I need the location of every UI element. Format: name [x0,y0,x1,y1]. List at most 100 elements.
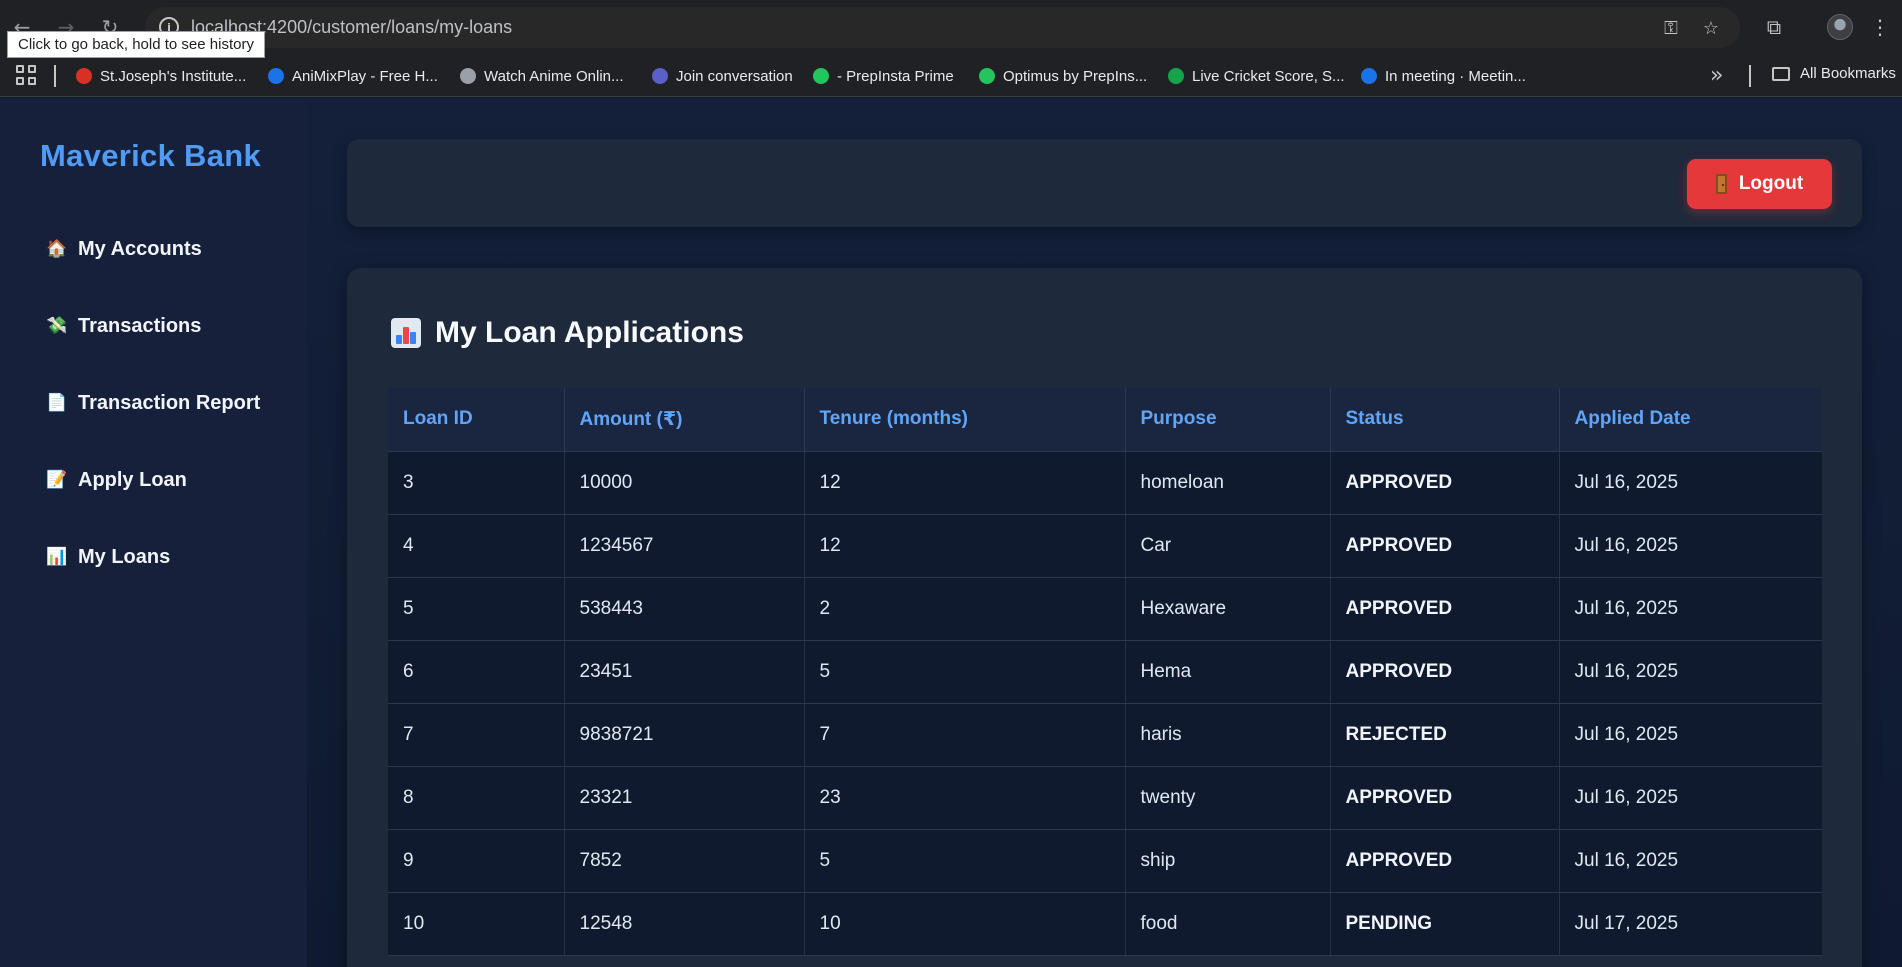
sidebar-item-my-accounts[interactable]: 🏠 My Accounts [46,229,202,269]
applied-date-cell: Jul 16, 2025 [1559,766,1822,830]
bookmark-item[interactable]: - PrepInsta Prime [813,65,954,87]
column-header-tenure[interactable]: Tenure (months) [804,388,1126,452]
sidebar-item-transaction-report[interactable]: 📄 Transaction Report [46,383,260,423]
star-icon[interactable]: ☆ [1698,15,1724,41]
bar-chart-icon [391,318,421,348]
status-cell: APPROVED [1330,451,1560,515]
more-bookmarks-chevron-icon[interactable]: » [1710,63,1723,88]
bookmark-favicon-icon [979,68,995,84]
amount-cell: 538443 [564,577,805,641]
status-cell: PENDING [1330,892,1560,956]
all-bookmarks-label: All Bookmarks [1800,65,1896,82]
status-cell: APPROVED [1330,514,1560,578]
applied-date-cell: Jul 16, 2025 [1559,703,1822,767]
sidebar-item-label: Apply Loan [78,468,187,491]
loan-id-cell: 5 [388,577,565,641]
bookmark-item[interactable]: In meeting · Meetin... [1361,65,1526,87]
sidebar-item-my-loans[interactable]: 📊 My Loans [46,537,170,577]
page-icon: 📄 [46,393,68,413]
bookmark-label: AniMixPlay - Free H... [292,67,438,85]
bookmark-label: Join conversation [676,67,793,85]
address-bar[interactable]: i localhost:4200/customer/loans/my-loans… [145,7,1740,48]
back-button-tooltip: Click to go back, hold to see history [7,31,265,58]
sidebar-item-label: My Loans [78,545,171,568]
tenure-cell: 7 [804,703,1126,767]
top-header-bar: Logout [347,139,1862,227]
table-header-row: Loan ID Amount (₹) Tenure (months) Purpo… [388,388,1822,452]
bookmark-favicon-icon [460,68,476,84]
bookmark-favicon-icon [268,68,284,84]
column-header-status[interactable]: Status [1330,388,1560,452]
column-header-applied-date[interactable]: Applied Date [1559,388,1822,452]
applied-date-cell: Jul 17, 2025 [1559,892,1822,956]
amount-cell: 10000 [564,451,805,515]
bookmark-item[interactable]: Join conversation [652,65,793,87]
status-cell: APPROVED [1330,829,1560,893]
table-row: 5 538443 2 Hexaware APPROVED Jul 16, 202… [388,577,1822,641]
loan-id-cell: 9 [388,829,565,893]
purpose-cell: Hexaware [1125,577,1331,641]
house-icon: 🏠 [46,239,68,259]
browser-toolbar: ← → ↻ i localhost:4200/customer/loans/my… [0,0,1902,55]
applied-date-cell: Jul 16, 2025 [1559,829,1822,893]
amount-cell: 7852 [564,829,805,893]
bookmark-favicon-icon [1361,68,1377,84]
status-cell: APPROVED [1330,766,1560,830]
bookmark-label: Watch Anime Onlin... [484,67,624,85]
key-icon[interactable]: ⚿ [1658,15,1684,41]
purpose-cell: food [1125,892,1331,956]
menu-dots-icon[interactable]: ⋮ [1866,13,1894,41]
money-icon: 💸 [46,316,68,336]
apps-grid-icon[interactable] [14,63,38,87]
column-header-purpose[interactable]: Purpose [1125,388,1331,452]
chart-icon: 📊 [46,547,68,567]
logout-button[interactable]: Logout [1687,159,1832,209]
tenure-cell: 5 [804,829,1126,893]
column-header-amount[interactable]: Amount (₹) [564,388,805,452]
sidebar-item-apply-loan[interactable]: 📝 Apply Loan [46,460,187,500]
extensions-icon[interactable]: ⧉ [1760,13,1788,41]
bookmark-favicon-icon [76,68,92,84]
bookmark-item[interactable]: St.Joseph's Institute... [76,65,246,87]
profile-avatar[interactable] [1827,14,1853,40]
bookmark-label: - PrepInsta Prime [837,67,954,85]
amount-cell: 12548 [564,892,805,956]
loan-id-cell: 7 [388,703,565,767]
table-row: 6 23451 5 Hema APPROVED Jul 16, 2025 [388,640,1822,704]
page-title: My Loan Applications [391,316,744,350]
memo-icon: 📝 [46,470,68,490]
purpose-cell: Hema [1125,640,1331,704]
folder-icon [1772,66,1790,81]
bookmark-item[interactable]: Live Cricket Score, S... [1168,65,1345,87]
all-bookmarks-button[interactable]: All Bookmarks [1772,65,1896,82]
loan-id-cell: 6 [388,640,565,704]
bookmark-item[interactable]: Watch Anime Onlin... [460,65,624,87]
table-row: 10 12548 10 food PENDING Jul 17, 2025 [388,892,1822,956]
applied-date-cell: Jul 16, 2025 [1559,577,1822,641]
amount-cell: 9838721 [564,703,805,767]
tenure-cell: 12 [804,451,1126,515]
column-header-loan-id[interactable]: Loan ID [388,388,565,452]
applied-date-cell: Jul 16, 2025 [1559,514,1822,578]
sidebar-item-transactions[interactable]: 💸 Transactions [46,306,201,346]
bookmarks-divider [54,65,56,87]
tenure-cell: 23 [804,766,1126,830]
bookmark-item[interactable]: AniMixPlay - Free H... [268,65,438,87]
table-row: 3 10000 12 homeloan APPROVED Jul 16, 202… [388,451,1822,515]
bookmark-label: Live Cricket Score, S... [1192,67,1345,85]
table-row: 9 7852 5 ship APPROVED Jul 16, 2025 [388,829,1822,893]
purpose-cell: haris [1125,703,1331,767]
brand-logo-text[interactable]: Maverick Bank [40,138,261,174]
bookmark-label: In meeting · Meetin... [1385,67,1526,85]
tenure-cell: 2 [804,577,1126,641]
sidebar-item-label: Transaction Report [78,391,261,414]
loans-table-body: 3 10000 12 homeloan APPROVED Jul 16, 202… [388,451,1822,956]
logout-label: Logout [1738,173,1804,194]
loan-id-cell: 3 [388,451,565,515]
door-icon [1715,174,1727,194]
sidebar-item-label: My Accounts [78,237,202,260]
tenure-cell: 5 [804,640,1126,704]
applied-date-cell: Jul 16, 2025 [1559,451,1822,515]
bookmark-item[interactable]: Optimus by PrepIns... [979,65,1147,87]
applied-date-cell: Jul 16, 2025 [1559,640,1822,704]
